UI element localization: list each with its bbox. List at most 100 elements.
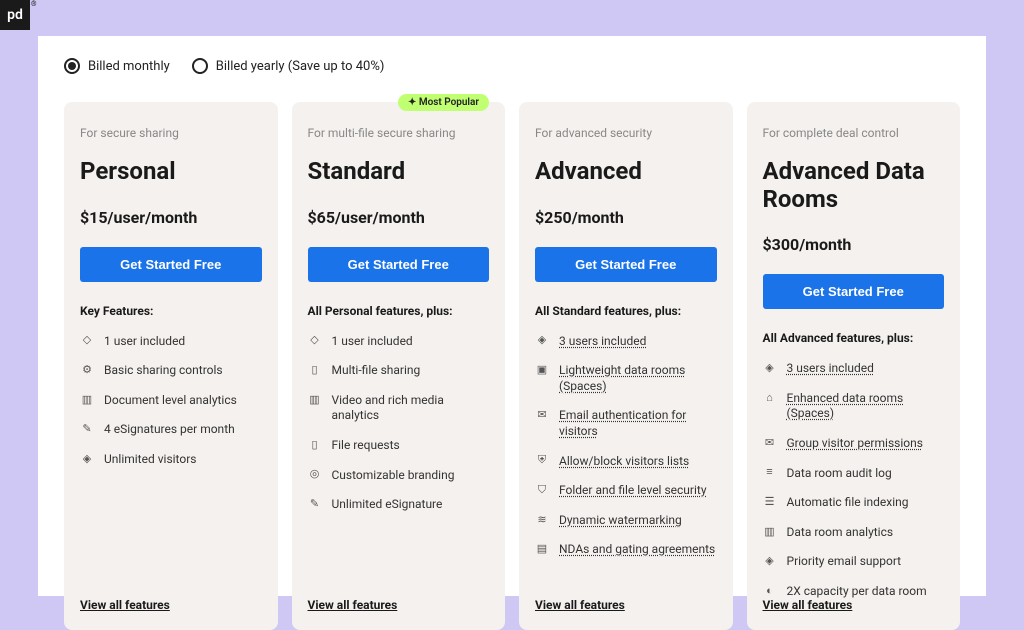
get-started-button[interactable]: Get Started Free xyxy=(308,247,490,282)
chart-icon: ▥ xyxy=(80,393,94,407)
nda-icon: ▤ xyxy=(535,542,549,556)
feature-item: ▥ Video and rich media analytics xyxy=(308,393,490,424)
feature-text: Unlimited visitors xyxy=(104,452,196,468)
plan-card: ✦ Most PopularFor multi-file secure shar… xyxy=(292,102,506,630)
features-list: ◇ 1 user included ▯ Multi-file sharing ▥ Vide… xyxy=(308,334,490,513)
feature-item: ✉Email authentication for visitors xyxy=(535,408,717,439)
file-icon: ▯ xyxy=(308,363,322,377)
feature-text: Folder and file level security xyxy=(559,483,707,499)
plan-tagline: For complete deal control xyxy=(763,126,945,140)
water-icon: ≋ xyxy=(535,513,549,527)
features-header: Key Features: xyxy=(80,304,262,318)
plan-title: Advanced Data Rooms xyxy=(763,158,945,213)
feature-item: ⚙ Basic sharing controls xyxy=(80,363,262,379)
feature-text: Group visitor permissions xyxy=(787,436,923,452)
file-icon: ▯ xyxy=(308,438,322,452)
feature-item: ▯ Multi-file sharing xyxy=(308,363,490,379)
view-all-features-link[interactable]: View all features xyxy=(763,598,853,612)
feature-item: ◎ Customizable branding xyxy=(308,468,490,484)
users-icon: ◈ xyxy=(763,361,777,375)
plans-row: For secure sharing Personal $15/user/month… xyxy=(64,102,960,630)
radio-selected-icon xyxy=(64,58,80,74)
user-icon: ◇ xyxy=(80,334,94,348)
feature-text: 3 users included xyxy=(787,361,874,377)
feature-text: Lightweight data rooms (Spaces) xyxy=(559,363,717,394)
chart-icon: ▥ xyxy=(308,393,322,407)
sign-icon: ✎ xyxy=(308,497,322,511)
feature-text: Document level analytics xyxy=(104,393,237,409)
user-icon: ◇ xyxy=(308,334,322,348)
feature-text: Allow/block visitors lists xyxy=(559,454,689,470)
feature-text: Priority email support xyxy=(787,554,902,570)
plan-tagline: For secure sharing xyxy=(80,126,262,140)
gear-icon: ⚙ xyxy=(80,363,94,377)
billing-toggle: Billed monthly Billed yearly (Save up to… xyxy=(64,58,960,74)
house-icon: ⌂ xyxy=(763,391,777,405)
feature-text: Basic sharing controls xyxy=(104,363,223,379)
feature-item: ≋ Dynamic watermarking xyxy=(535,513,717,529)
users-icon: ◈ xyxy=(80,452,94,466)
folder-icon: ▣ xyxy=(535,363,549,377)
plan-card: For advanced security Advanced $250/month G… xyxy=(519,102,733,630)
view-all-features-link[interactable]: View all features xyxy=(535,598,625,612)
feature-item: ✎4 eSignatures per month xyxy=(80,422,262,438)
feature-item: ⌂ Enhanced data rooms (Spaces) xyxy=(763,391,945,422)
features-header: All Advanced features, plus: xyxy=(763,331,945,345)
shield-icon: ⛉ xyxy=(535,483,549,497)
feature-text: 1 user included xyxy=(332,334,413,350)
feature-item: ▥ Data room analytics xyxy=(763,525,945,541)
billing-yearly-label: Billed yearly (Save up to 40%) xyxy=(216,59,385,74)
lock-icon: ⛨ xyxy=(535,454,549,468)
feature-item: ◈ Priority email support xyxy=(763,554,945,570)
feature-item: ≡Data room audit log xyxy=(763,466,945,482)
features-list: ◈3 users included ▣ Lightweight data rooms… xyxy=(535,334,717,558)
mail-icon: ✉ xyxy=(763,436,777,450)
feature-text: Multi-file sharing xyxy=(332,363,421,379)
index-icon: ☰ xyxy=(763,495,777,509)
plan-title: Personal xyxy=(80,158,262,186)
users-icon: ◈ xyxy=(763,554,777,568)
get-started-button[interactable]: Get Started Free xyxy=(535,247,717,282)
chart-icon: ▥ xyxy=(763,525,777,539)
brand-icon: ◎ xyxy=(308,468,322,482)
plan-title: Standard xyxy=(308,158,490,186)
feature-item: ▥ Document level analytics xyxy=(80,393,262,409)
features-header: All Standard features, plus: xyxy=(535,304,717,318)
billing-monthly-label: Billed monthly xyxy=(88,59,170,74)
get-started-button[interactable]: Get Started Free xyxy=(80,247,262,282)
feature-text: Video and rich media analytics xyxy=(332,393,490,424)
users-icon: ◈ xyxy=(535,334,549,348)
radio-unselected-icon xyxy=(192,58,208,74)
feature-text: 4 eSignatures per month xyxy=(104,422,235,438)
view-all-features-link[interactable]: View all features xyxy=(80,598,170,612)
get-started-button[interactable]: Get Started Free xyxy=(763,274,945,309)
plan-price: $250/month xyxy=(535,208,717,227)
billing-yearly-radio[interactable]: Billed yearly (Save up to 40%) xyxy=(192,58,385,74)
billing-monthly-radio[interactable]: Billed monthly xyxy=(64,58,170,74)
plan-tagline: For advanced security xyxy=(535,126,717,140)
plan-price: $300/month xyxy=(763,235,945,254)
feature-text: File requests xyxy=(332,438,400,454)
feature-text: Dynamic watermarking xyxy=(559,513,682,529)
most-popular-badge: ✦ Most Popular xyxy=(398,94,489,111)
plan-card: For secure sharing Personal $15/user/month… xyxy=(64,102,278,630)
feature-text: Data room analytics xyxy=(787,525,894,541)
plan-title: Advanced xyxy=(535,158,717,186)
mail-icon: ✉ xyxy=(535,408,549,422)
feature-item: ▣ Lightweight data rooms (Spaces) xyxy=(535,363,717,394)
feature-item: ◇ 1 user included xyxy=(308,334,490,350)
feature-item: ⛨ Allow/block visitors lists xyxy=(535,454,717,470)
feature-text: Customizable branding xyxy=(332,468,455,484)
logo: pd xyxy=(0,0,30,30)
plan-tagline: For multi-file secure sharing xyxy=(308,126,490,140)
feature-item: ◈3 users included xyxy=(535,334,717,350)
plan-price: $15/user/month xyxy=(80,208,262,227)
feature-text: Automatic file indexing xyxy=(787,495,909,511)
view-all-features-link[interactable]: View all features xyxy=(308,598,398,612)
feature-item: ⛉ Folder and file level security xyxy=(535,483,717,499)
features-list: ◇1 user included⚙Basic sharing controls▥… xyxy=(80,334,262,468)
feature-text: Enhanced data rooms (Spaces) xyxy=(787,391,945,422)
feature-item: ◈ 3 users included xyxy=(763,361,945,377)
feature-text: Unlimited eSignature xyxy=(332,497,443,513)
feature-item: ▯ File requests xyxy=(308,438,490,454)
